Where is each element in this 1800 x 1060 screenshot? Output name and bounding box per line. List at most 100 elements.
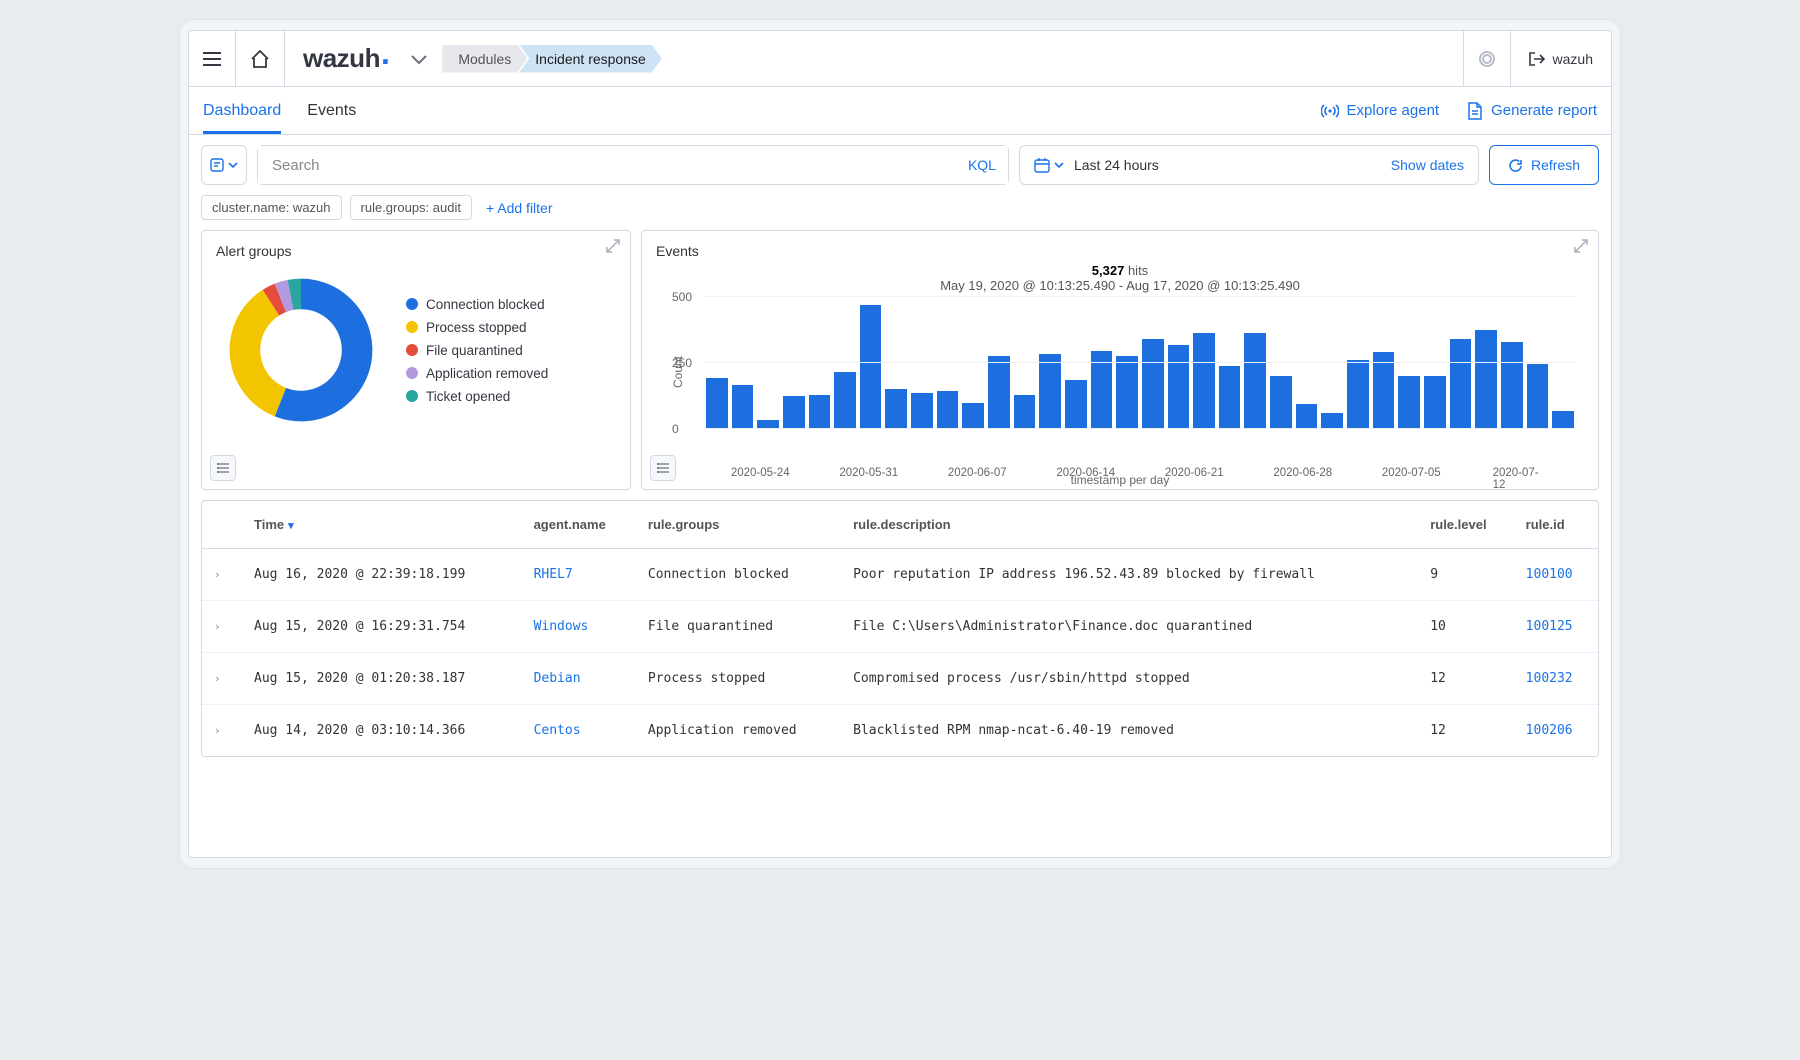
bar: [1552, 411, 1574, 429]
row-expand-icon[interactable]: ›: [214, 672, 221, 685]
status-ring-icon[interactable]: [1463, 31, 1510, 86]
cell-id[interactable]: 100232: [1514, 653, 1598, 705]
cell-groups: File quarantined: [636, 601, 841, 653]
bar: [860, 305, 882, 429]
panel-options-icon[interactable]: [210, 455, 236, 481]
bar: [706, 378, 728, 429]
bar: [1168, 345, 1190, 429]
x-tick: 2020-07-12: [1493, 467, 1547, 491]
legend-item[interactable]: Ticket opened: [406, 389, 548, 404]
home-icon[interactable]: [236, 31, 285, 86]
bar: [1065, 380, 1087, 429]
filter-bar: cluster.name: wazuh rule.groups: audit +…: [189, 195, 1611, 230]
col-desc[interactable]: rule.description: [841, 501, 1418, 549]
explore-agent-button[interactable]: Explore agent: [1321, 102, 1440, 119]
bar: [962, 403, 984, 429]
legend-label: Ticket opened: [426, 389, 510, 404]
bar: [1501, 342, 1523, 429]
bar: [1244, 333, 1266, 429]
filter-chip[interactable]: rule.groups: audit: [350, 195, 472, 220]
menu-icon[interactable]: [189, 31, 236, 86]
bar: [1270, 376, 1292, 429]
bar: [937, 391, 959, 429]
crumb-modules[interactable]: Modules: [442, 45, 527, 73]
legend-swatch: [406, 390, 418, 402]
bar: [1219, 366, 1241, 429]
bar: [1527, 364, 1549, 429]
table-row[interactable]: › Aug 15, 2020 @ 16:29:31.754WindowsFile …: [202, 601, 1598, 653]
cell-time: Aug 15, 2020 @ 16:29:31.754: [242, 601, 522, 653]
col-groups[interactable]: rule.groups: [636, 501, 841, 549]
top-bar: wazuh. Modules Incident response wazuh: [189, 31, 1611, 87]
expand-icon[interactable]: [1574, 239, 1588, 253]
document-icon: [1467, 102, 1483, 120]
tab-events[interactable]: Events: [307, 87, 356, 134]
bar: [732, 385, 754, 429]
cell-id[interactable]: 100125: [1514, 601, 1598, 653]
brand-logo: wazuh.: [285, 43, 400, 74]
tab-dashboard[interactable]: Dashboard: [203, 87, 281, 134]
cell-id[interactable]: 100206: [1514, 705, 1598, 757]
query-lang-toggle[interactable]: KQL: [968, 157, 996, 173]
show-dates-button[interactable]: Show dates: [1391, 157, 1464, 173]
expand-icon[interactable]: [606, 239, 620, 253]
cell-desc: Compromised process /usr/sbin/httpd stop…: [841, 653, 1418, 705]
bar: [1475, 330, 1497, 429]
row-expand-icon[interactable]: ›: [214, 724, 221, 737]
date-range-picker[interactable]: Last 24 hours Show dates: [1019, 145, 1479, 185]
col-level[interactable]: rule.level: [1418, 501, 1513, 549]
x-tick: 2020-07-05: [1382, 467, 1441, 479]
cell-agent[interactable]: RHEL7: [522, 549, 636, 601]
date-range-label: Last 24 hours: [1074, 157, 1381, 173]
legend-item[interactable]: Application removed: [406, 366, 548, 381]
refresh-button[interactable]: Refresh: [1489, 145, 1599, 185]
bar: [783, 396, 805, 429]
bar: [988, 356, 1010, 429]
app-switcher-chevron-icon[interactable]: [400, 53, 438, 65]
bar: [1450, 339, 1472, 429]
col-id[interactable]: rule.id: [1514, 501, 1598, 549]
cell-agent[interactable]: Debian: [522, 653, 636, 705]
cell-groups: Application removed: [636, 705, 841, 757]
events-hits: 5,327 hits: [656, 263, 1584, 278]
legend-item[interactable]: Process stopped: [406, 320, 548, 335]
col-time[interactable]: Time▾: [242, 501, 522, 549]
legend-item[interactable]: File quarantined: [406, 343, 548, 358]
query-row: KQL Last 24 hours Show dates Refresh: [189, 135, 1611, 195]
table-row[interactable]: ›Aug 16, 2020 @ 22:39:18.199RHEL7Connect…: [202, 549, 1598, 601]
user-menu[interactable]: wazuh: [1510, 31, 1611, 86]
x-tick: 2020-05-31: [839, 467, 898, 479]
table-row[interactable]: ›Aug 14, 2020 @ 03:10:14.366CentosApplic…: [202, 705, 1598, 757]
bar: [1373, 352, 1395, 429]
legend-label: Connection blocked: [426, 297, 545, 312]
legend-swatch: [406, 298, 418, 310]
bar: [1424, 376, 1446, 429]
cell-agent[interactable]: Centos: [522, 705, 636, 757]
x-axis-label: timestamp per day: [656, 473, 1584, 487]
cell-agent[interactable]: Windows: [522, 601, 636, 653]
filter-chip[interactable]: cluster.name: wazuh: [201, 195, 342, 220]
bar: [1296, 404, 1318, 429]
saved-queries-button[interactable]: [201, 145, 247, 185]
panel-options-icon[interactable]: [650, 455, 676, 481]
bar: [1039, 354, 1061, 429]
user-label: wazuh: [1553, 51, 1593, 67]
cell-time: Aug 15, 2020 @ 01:20:38.187: [242, 653, 522, 705]
add-filter-button[interactable]: + Add filter: [486, 200, 553, 216]
x-tick: 2020-06-07: [948, 467, 1007, 479]
row-expand-icon[interactable]: ›: [214, 568, 221, 581]
search-input[interactable]: [258, 146, 1008, 184]
cell-desc: Poor reputation IP address 196.52.43.89 …: [841, 549, 1418, 601]
col-agent[interactable]: agent.name: [522, 501, 636, 549]
panel-title: Alert groups: [216, 243, 616, 259]
row-expand-icon[interactable]: ›: [214, 620, 221, 633]
tab-row: Dashboard Events Explore agent Generate …: [189, 87, 1611, 135]
table-row[interactable]: ›Aug 15, 2020 @ 01:20:38.187DebianProces…: [202, 653, 1598, 705]
generate-report-button[interactable]: Generate report: [1467, 102, 1597, 120]
legend-item[interactable]: Connection blocked: [406, 297, 548, 312]
bar: [1142, 339, 1164, 429]
panel-title: Events: [656, 243, 1584, 259]
x-tick: 2020-06-28: [1273, 467, 1332, 479]
cell-id[interactable]: 100100: [1514, 549, 1598, 601]
crumb-incident-response[interactable]: Incident response: [519, 45, 662, 73]
